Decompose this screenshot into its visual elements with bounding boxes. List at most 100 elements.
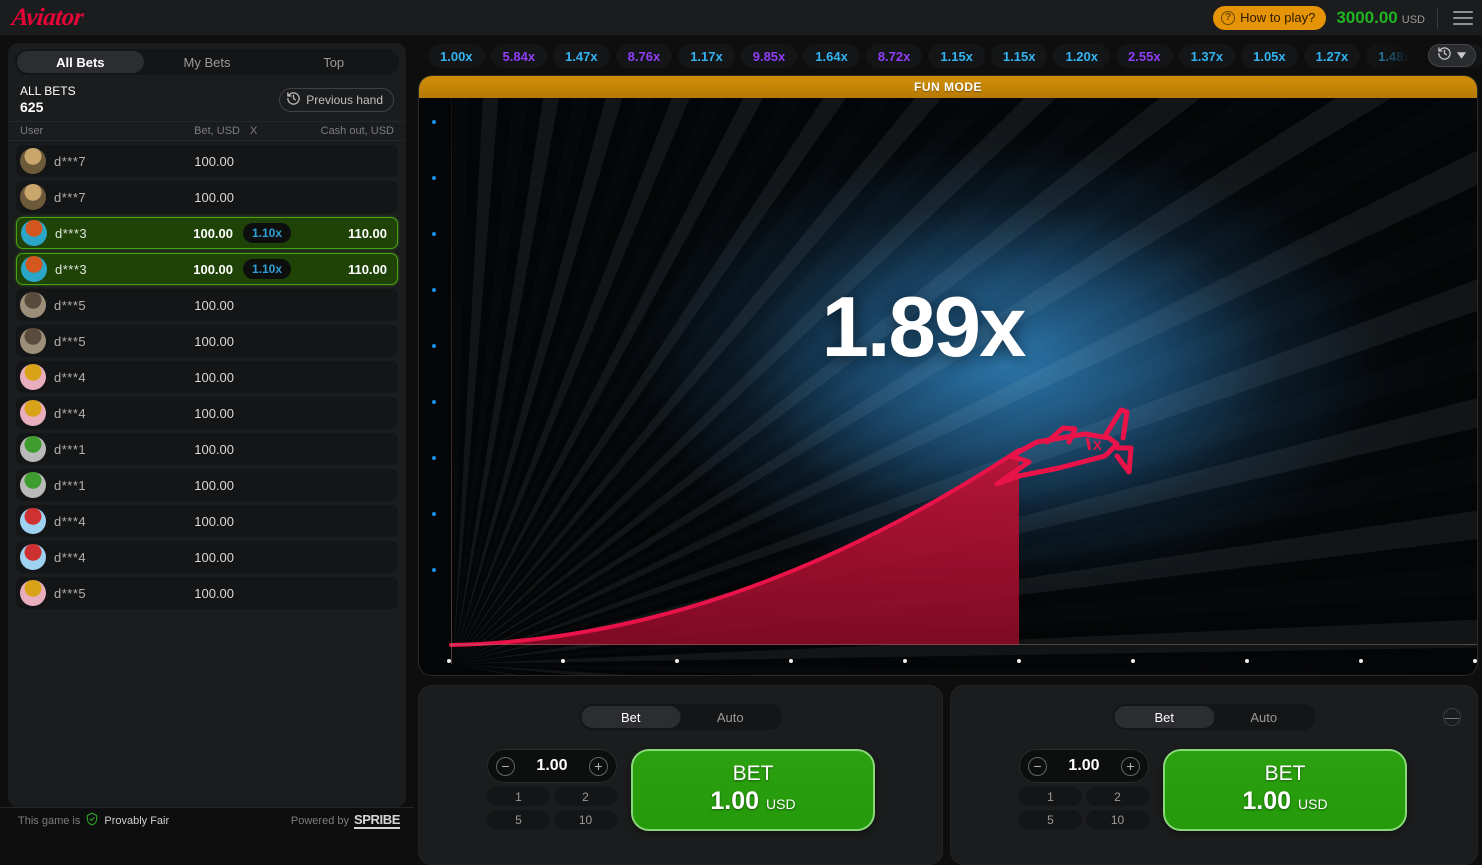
quick-amount-buttons: 1 2 5 10 bbox=[1019, 787, 1149, 829]
bet-amount: 100.00 bbox=[194, 405, 234, 421]
bet-button[interactable]: BET 1.00 USD bbox=[631, 749, 875, 831]
minus-circle-icon[interactable]: − bbox=[1028, 756, 1047, 776]
stake-value[interactable]: 1.00 bbox=[1068, 757, 1099, 775]
game-stage: X 1.89x bbox=[419, 98, 1477, 675]
stake-controls: − 1.00 +1 2 5 10 bbox=[487, 749, 617, 829]
tab-all-bets[interactable]: All Bets bbox=[17, 51, 144, 73]
multiplier-chip: 1.10x bbox=[243, 259, 292, 279]
provably-fair-group[interactable]: This game is Provably Fair bbox=[18, 812, 169, 829]
bet-amount: 100.00 bbox=[194, 333, 234, 349]
bet-mode-tabs: Bet Auto bbox=[1112, 704, 1316, 730]
table-row[interactable]: d***7 100.00 bbox=[16, 181, 398, 213]
x-axis-tick bbox=[1017, 659, 1021, 663]
tab-top[interactable]: Top bbox=[270, 51, 397, 73]
plus-circle-icon[interactable]: + bbox=[588, 756, 608, 776]
history-multiplier-chip[interactable]: 5.84x bbox=[490, 44, 548, 68]
table-row[interactable]: d***4 100.00 bbox=[16, 361, 398, 393]
previous-hand-button[interactable]: Previous hand bbox=[279, 87, 394, 112]
quick-amount-2[interactable]: 2 bbox=[554, 787, 617, 806]
chevron-down-icon bbox=[1456, 47, 1467, 65]
avatar bbox=[20, 436, 46, 462]
history-multiplier-chip[interactable]: 1.48x bbox=[1366, 44, 1423, 68]
bet-button[interactable]: BET 1.00 USD bbox=[1163, 749, 1407, 831]
quick-amount-5[interactable]: 5 bbox=[1019, 810, 1082, 829]
bets-card: All Bets My Bets Top ALL BETS 625 Previo… bbox=[8, 43, 406, 807]
tab-my-bets[interactable]: My Bets bbox=[144, 51, 271, 73]
quick-amount-1[interactable]: 1 bbox=[487, 787, 550, 806]
bet-user: d***1 bbox=[54, 477, 87, 493]
y-axis-tick bbox=[432, 288, 436, 292]
history-multiplier-chip[interactable]: 1.47x bbox=[553, 44, 610, 68]
stake-value[interactable]: 1.00 bbox=[536, 757, 567, 775]
table-row[interactable]: d***5 100.00 bbox=[16, 289, 398, 321]
quick-amount-10[interactable]: 10 bbox=[1086, 810, 1149, 829]
history-clock-icon bbox=[286, 91, 301, 109]
table-row[interactable]: d***7 100.00 bbox=[16, 145, 398, 177]
y-axis-tick bbox=[432, 512, 436, 516]
history-multiplier-chip[interactable]: 8.76x bbox=[615, 44, 673, 68]
bet-button-amount: 1.00 USD bbox=[1242, 787, 1328, 815]
history-toggle-button[interactable] bbox=[1428, 44, 1476, 67]
multiplier-curve bbox=[449, 448, 1021, 647]
minus-circle-icon[interactable]: − bbox=[496, 756, 515, 776]
history-multiplier-chip[interactable]: 2.55x bbox=[1116, 44, 1173, 68]
bet-panel-left: Bet Auto − 1.00 +1 2 5 10 BET 1.00 USD bbox=[418, 685, 943, 865]
how-to-play-button[interactable]: ? How to play? bbox=[1213, 5, 1327, 30]
svg-text:X: X bbox=[1093, 438, 1102, 453]
avatar bbox=[20, 184, 46, 210]
y-axis-tick bbox=[432, 176, 436, 180]
y-axis-tick bbox=[432, 232, 436, 236]
bet-tab-bet[interactable]: Bet bbox=[1114, 706, 1214, 728]
bet-user: d***5 bbox=[54, 333, 87, 349]
table-row[interactable]: d***1 100.00 bbox=[16, 433, 398, 465]
table-row[interactable]: d***5 100.00 bbox=[16, 577, 398, 609]
multiplier-chip: 1.10x bbox=[243, 223, 292, 243]
history-multiplier-chip[interactable]: 1.17x bbox=[678, 44, 735, 68]
quick-amount-10[interactable]: 10 bbox=[554, 810, 617, 829]
history-clock-icon bbox=[1437, 46, 1452, 66]
history-multiplier-chip[interactable]: 1.00x bbox=[428, 44, 485, 68]
bet-tab-auto[interactable]: Auto bbox=[1214, 706, 1314, 728]
plus-circle-icon[interactable]: + bbox=[1120, 756, 1140, 776]
table-row[interactable]: d***1 100.00 bbox=[16, 469, 398, 501]
bet-tab-bet[interactable]: Bet bbox=[581, 706, 681, 728]
minimize-button[interactable]: — bbox=[1443, 708, 1461, 726]
bet-tab-auto[interactable]: Auto bbox=[681, 706, 781, 728]
table-row[interactable]: d***4 100.00 bbox=[16, 397, 398, 429]
stake-controls: − 1.00 +1 2 5 10 bbox=[1019, 749, 1149, 829]
avatar bbox=[20, 580, 46, 606]
bet-multiplier: 1.10x bbox=[233, 223, 295, 243]
history-multiplier-chip[interactable]: 1.15x bbox=[928, 44, 985, 68]
bet-mode-tabs: Bet Auto bbox=[579, 704, 782, 730]
multiplier-history-bar[interactable]: 1.00x 5.84x 1.47x 8.76x 1.17x 9.85x 1.64x 8.72x… bbox=[418, 42, 1482, 70]
table-row[interactable]: d***4 100.00 bbox=[16, 541, 398, 573]
history-multiplier-chip[interactable]: 8.72x bbox=[865, 44, 923, 68]
bet-button-label: BET bbox=[732, 762, 774, 785]
x-axis-tick bbox=[675, 659, 679, 663]
powered-by-group: Powered by SPRIBE bbox=[291, 812, 400, 829]
bet-amount: 100.00 bbox=[194, 297, 234, 313]
bets-list[interactable]: d***7 100.00 d***7 100.00 d***3 100.00 1.10x 11… bbox=[8, 141, 406, 807]
col-bet: Bet, USD bbox=[194, 125, 240, 137]
history-multiplier-chip[interactable]: 1.37x bbox=[1178, 44, 1236, 68]
stake-stepper: − 1.00 + bbox=[487, 749, 617, 783]
history-multiplier-chip[interactable]: 9.85x bbox=[740, 44, 798, 68]
table-row[interactable]: d***4 100.00 bbox=[16, 505, 398, 537]
aviator-logo: Aviator bbox=[10, 3, 85, 31]
history-multiplier-chip[interactable]: 1.15x bbox=[990, 44, 1048, 68]
quick-amount-5[interactable]: 5 bbox=[487, 810, 550, 829]
hamburger-menu-icon[interactable] bbox=[1450, 5, 1476, 31]
quick-amount-1[interactable]: 1 bbox=[1019, 787, 1082, 806]
bet-user: d***4 bbox=[54, 369, 87, 385]
history-multiplier-chip[interactable]: 1.05x bbox=[1241, 44, 1298, 68]
table-row[interactable]: d***5 100.00 bbox=[16, 325, 398, 357]
quick-amount-2[interactable]: 2 bbox=[1086, 787, 1149, 806]
table-row[interactable]: d***3 100.00 1.10x 110.00 bbox=[16, 253, 398, 285]
history-multiplier-chip[interactable]: 1.27x bbox=[1303, 44, 1361, 68]
bets-tabs: All Bets My Bets Top bbox=[15, 49, 399, 75]
history-multiplier-chip[interactable]: 1.64x bbox=[803, 44, 860, 68]
table-row[interactable]: d***3 100.00 1.10x 110.00 bbox=[16, 217, 398, 249]
history-multiplier-chip[interactable]: 1.20x bbox=[1053, 44, 1111, 68]
x-axis-tick bbox=[903, 659, 907, 663]
x-axis-tick bbox=[447, 659, 451, 663]
